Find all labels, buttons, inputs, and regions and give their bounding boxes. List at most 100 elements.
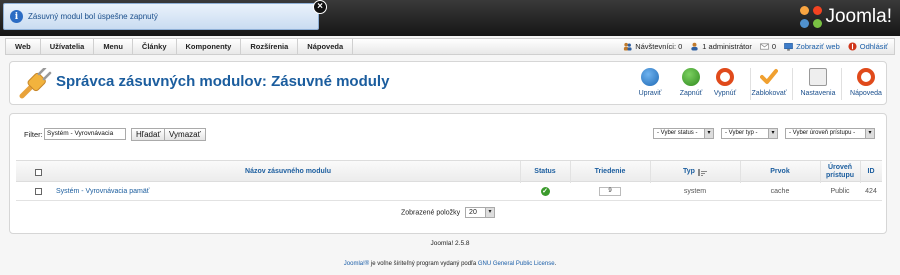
select-all-checkbox[interactable]	[34, 168, 42, 176]
menu-item-menus[interactable]: Menu	[94, 39, 133, 54]
header-id[interactable]: ID	[860, 161, 882, 183]
mail-icon	[759, 43, 769, 50]
footer-text: je voľne šíriteľný program vydaný podľa	[369, 261, 478, 267]
logout-link[interactable]: Odhlásiť	[848, 42, 888, 51]
enable-label: Zapnúť	[679, 90, 703, 97]
access-select-value: - Vyber úroveň prístupu -	[789, 130, 856, 136]
view-site-label: Zobraziť web	[796, 42, 840, 51]
messages-status[interactable]: 0	[759, 42, 777, 51]
page-title: Správca zásuvných modulov: Zásuvné modul…	[56, 73, 390, 90]
chevron-down-icon: ▾	[865, 129, 874, 138]
admins-status: 1 administrátor	[690, 42, 752, 51]
page-limit-value: 20	[469, 209, 477, 216]
checkin-label: Zablokovať	[751, 90, 787, 97]
header-name[interactable]: Názov zásuvného modulu	[56, 161, 520, 183]
row-access: Public	[830, 188, 850, 195]
edit-label: Upraviť	[638, 90, 662, 97]
view-site-link[interactable]: Zobraziť web	[784, 42, 840, 51]
select-all-cell	[32, 161, 44, 183]
license-link[interactable]: GNU General Public License	[478, 261, 555, 267]
ordering-input[interactable]: 9	[599, 187, 621, 196]
header-element[interactable]: Prvok	[740, 161, 820, 183]
checkin-button[interactable]: Zablokovať	[749, 66, 789, 104]
status-area: Návštevníci: 0 1 administrátor 0 Zobrazi…	[623, 42, 894, 51]
checkmark-icon	[760, 68, 778, 86]
page-limit-select[interactable]: 20 ▾	[465, 207, 496, 218]
search-button[interactable]: Hľadať	[131, 128, 166, 141]
options-label: Nastavenia	[800, 90, 836, 97]
options-button[interactable]: Nastavenia	[798, 66, 838, 104]
info-icon: i	[10, 10, 23, 23]
menu-item-components[interactable]: Komponenty	[177, 39, 242, 54]
menu-item-help[interactable]: Nápoveda	[298, 39, 354, 54]
access-select[interactable]: - Vyber úroveň prístupu - ▾	[785, 128, 875, 139]
joomla-logo: Joomla!	[800, 6, 892, 28]
pager-label: Zobrazené položky	[400, 209, 461, 217]
row-element: cache	[770, 188, 790, 195]
header-access[interactable]: Úroveň prístupu	[820, 161, 860, 183]
toolbar-divider	[841, 68, 842, 100]
enabled-check-icon[interactable]: ✓	[540, 187, 550, 196]
pagination: Zobrazené položky 20 ▾	[10, 207, 886, 218]
sort-icon	[697, 168, 707, 176]
settings-icon	[809, 68, 827, 86]
version-text: Joomla! 2.5.8	[430, 240, 470, 247]
filter-label: Filter:	[24, 130, 43, 139]
help-icon	[857, 68, 875, 86]
header-type[interactable]: Typ	[683, 168, 695, 176]
row-name[interactable]: Systém - Vyrovnávacia pamäť	[56, 182, 520, 201]
main-menu: Web Užívatelia Menu Články Komponenty Ro…	[5, 38, 895, 55]
row-id: 424	[865, 188, 877, 195]
enable-icon	[682, 68, 700, 86]
chevron-down-icon: ▾	[485, 208, 495, 217]
menu-item-content[interactable]: Články	[133, 39, 177, 54]
disable-icon	[716, 68, 734, 86]
license-footer: Joomla!® je voľne šíriteľný program vyda…	[0, 261, 900, 267]
visitors-status: Návštevníci: 0	[623, 42, 682, 51]
visitors-count: Návštevníci: 0	[635, 42, 683, 51]
edit-button[interactable]: Upraviť	[630, 66, 670, 104]
type-select[interactable]: - Vyber typ - ▾	[721, 128, 778, 139]
users-icon	[624, 42, 632, 51]
admins-count: 1 administrátor	[702, 42, 752, 51]
plugin-icon	[19, 68, 52, 99]
help-label: Nápoveda	[850, 90, 882, 97]
row-select-cell	[32, 182, 44, 201]
menu-item-users[interactable]: Užívatelia	[41, 39, 95, 54]
joomla-logo-icon	[800, 6, 823, 28]
monitor-icon	[784, 43, 793, 51]
menu-item-web[interactable]: Web	[6, 39, 41, 54]
joomla-link[interactable]: Joomla!®	[344, 261, 369, 267]
logout-label: Odhlásiť	[859, 42, 888, 51]
message-text: Zásuvný modul bol úspešne zapnutý	[28, 12, 158, 21]
filter-search-input[interactable]: Systém - Vyrovnávacia	[44, 128, 126, 140]
disable-button[interactable]: Vypnúť	[705, 66, 745, 104]
footer-end: .	[554, 261, 557, 267]
clear-button[interactable]: Vymazať	[164, 128, 206, 141]
toolbar-divider	[792, 68, 793, 100]
row-ordering-cell: 9	[570, 182, 650, 201]
status-select[interactable]: - Vyber status - ▾	[653, 128, 714, 139]
header-ordering[interactable]: Triedenie	[570, 161, 650, 183]
chevron-down-icon: ▾	[768, 129, 777, 138]
row-type: system	[683, 188, 707, 195]
table-header: Názov zásuvného modulu Status Triedenie …	[16, 160, 882, 183]
header-status[interactable]: Status	[520, 161, 570, 183]
status-select-value: - Vyber status -	[657, 130, 698, 136]
close-message-icon[interactable]: ×	[313, 0, 327, 14]
logout-icon	[848, 42, 857, 51]
disable-label: Vypnúť	[713, 90, 737, 97]
table-row: Systém - Vyrovnávacia pamäť ✓ 9 system c…	[16, 182, 882, 201]
header-type-cell: Typ	[650, 161, 740, 183]
main-panel: Filter: Systém - Vyrovnávacia Hľadať Vym…	[9, 113, 887, 234]
row-status-cell: ✓	[520, 182, 570, 201]
help-button[interactable]: Nápoveda	[846, 66, 886, 104]
messages-count: 0	[771, 42, 777, 51]
chevron-down-icon: ▾	[704, 129, 713, 138]
admin-icon	[691, 42, 698, 51]
menu-item-extensions[interactable]: Rozšírenia	[241, 39, 299, 54]
system-message: i Zásuvný modul bol úspešne zapnutý	[3, 3, 319, 30]
toolbar-panel: Správca zásuvných modulov: Zásuvné modul…	[9, 61, 887, 105]
type-select-value: - Vyber typ -	[725, 130, 758, 136]
row-checkbox[interactable]	[34, 188, 42, 195]
